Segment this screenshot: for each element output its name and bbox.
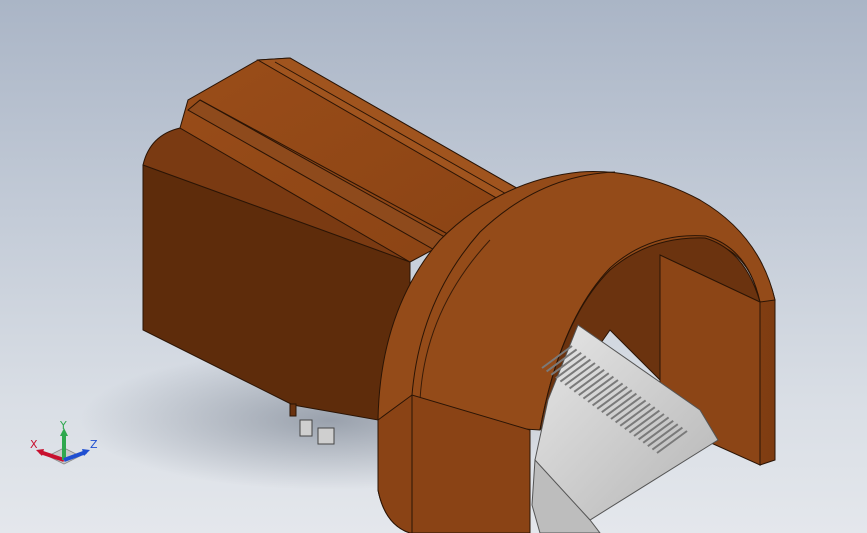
connector-pin (299, 419, 313, 437)
x-axis-label: X (30, 438, 38, 451)
view-orientation-triad[interactable]: X Y Z (28, 420, 108, 480)
3d-model-foot-pedal[interactable] (0, 0, 867, 533)
connector-tab (289, 403, 297, 417)
y-axis-label: Y (59, 420, 67, 432)
z-axis-label: Z (90, 438, 98, 451)
connector-pin (317, 427, 335, 445)
graphics-viewport[interactable]: X Y Z (0, 0, 867, 533)
